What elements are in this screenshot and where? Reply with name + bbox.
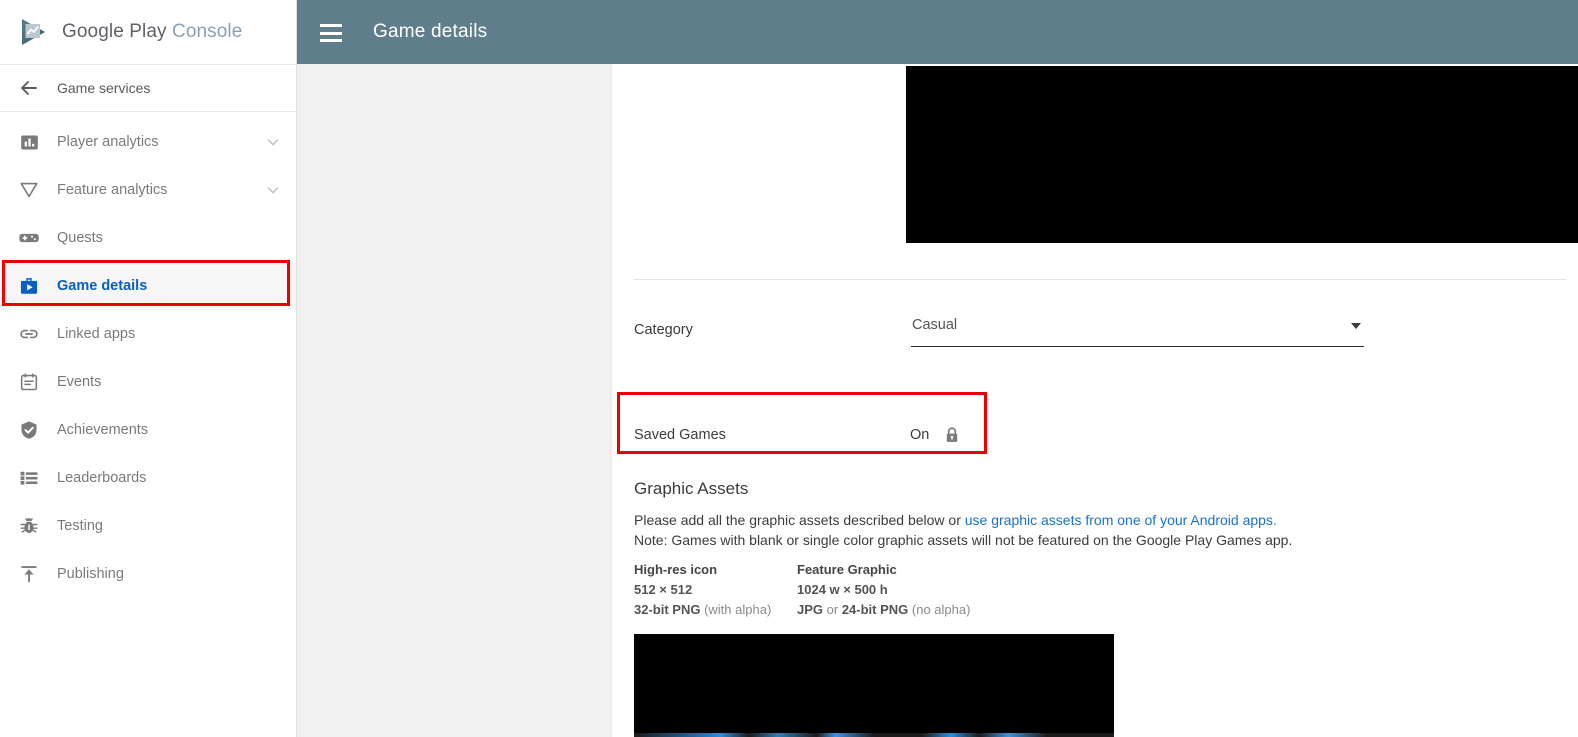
category-select[interactable]: Casual xyxy=(911,312,1364,347)
sidebar-nav-list: Player analytics Feature analytics Quest… xyxy=(0,112,296,598)
sidebar-item-label: Game details xyxy=(57,278,148,294)
graphic-assets-paragraph-2: Note: Games with blank or single color g… xyxy=(634,532,1293,548)
category-label: Category xyxy=(634,322,693,338)
spec-title: Feature Graphic xyxy=(797,562,897,577)
sidebar-item-testing[interactable]: Testing xyxy=(0,502,296,550)
sidebar-item-label: Events xyxy=(57,374,102,390)
category-row: Category Casual xyxy=(612,312,1578,372)
sidebar-item-label: Leaderboards xyxy=(57,470,147,486)
brand-header[interactable]: Google Play Console xyxy=(0,0,296,65)
banner-image[interactable] xyxy=(906,66,1578,243)
saved-games-value: On xyxy=(910,427,930,443)
spec-feature-graphic: Feature Graphic 1024 w × 500 h JPG or 24… xyxy=(797,560,970,620)
google-play-logo-icon xyxy=(18,16,50,48)
asset-image-bottom-edge xyxy=(634,733,1114,737)
chevron-down-icon xyxy=(1351,323,1361,329)
briefcase-play-icon xyxy=(17,274,41,298)
page-title: Game details xyxy=(373,21,488,42)
funnel-icon xyxy=(17,178,41,202)
sidebar: Google Play Console Game services Player… xyxy=(0,0,297,737)
sidebar-item-label: Feature analytics xyxy=(57,182,168,198)
sidebar-item-player-analytics[interactable]: Player analytics xyxy=(0,118,296,166)
spec-format: 32-bit PNG (with alpha) xyxy=(634,602,772,617)
sidebar-item-achievements[interactable]: Achievements xyxy=(0,406,296,454)
back-label: Game services xyxy=(57,80,151,96)
use-android-app-assets-link[interactable]: use graphic assets from one of your Andr… xyxy=(965,512,1277,528)
shield-check-icon xyxy=(17,418,41,442)
sidebar-item-publishing[interactable]: Publishing xyxy=(0,550,296,598)
spec-high-res-icon: High-res icon 512 × 512 32-bit PNG (with… xyxy=(634,560,797,620)
upload-icon xyxy=(17,562,41,586)
spec-title: High-res icon xyxy=(634,562,718,577)
sidebar-item-label: Achievements xyxy=(57,422,149,438)
sidebar-item-events[interactable]: Events xyxy=(0,358,296,406)
saved-games-row: Saved Games On xyxy=(612,414,1578,460)
spec-size: 512 × 512 xyxy=(634,582,693,597)
chevron-down-icon[interactable] xyxy=(264,181,282,199)
section-divider xyxy=(634,279,1566,280)
sidebar-item-game-details[interactable]: Game details xyxy=(0,262,296,310)
saved-games-label: Saved Games xyxy=(634,427,726,443)
category-selected-value: Casual xyxy=(912,317,958,333)
bug-icon xyxy=(17,514,41,538)
hamburger-menu-icon[interactable] xyxy=(320,24,342,42)
link-icon xyxy=(17,322,41,346)
sidebar-item-linked-apps[interactable]: Linked apps xyxy=(0,310,296,358)
graphic-assets-paragraph-1: Please add all the graphic assets descri… xyxy=(634,510,1277,530)
arrow-back-icon xyxy=(17,76,41,100)
brand-primary: Google Play xyxy=(62,21,167,42)
spec-format: JPG or 24-bit PNG (no alpha) xyxy=(797,602,971,617)
bar-chart-icon xyxy=(17,130,41,154)
lock-closed-icon xyxy=(942,424,962,446)
sidebar-item-label: Publishing xyxy=(57,566,124,582)
sidebar-item-feature-analytics[interactable]: Feature analytics xyxy=(0,166,296,214)
back-to-game-services[interactable]: Game services xyxy=(0,65,296,112)
app-root: Google Play Console Game services Player… xyxy=(0,0,1578,737)
chevron-down-icon[interactable] xyxy=(264,133,282,151)
brand-text: Google Play Console xyxy=(62,21,242,43)
sidebar-item-label: Testing xyxy=(57,518,103,534)
sidebar-item-leaderboards[interactable]: Leaderboards xyxy=(0,454,296,502)
app-header: Game details xyxy=(297,0,1578,64)
calendar-icon xyxy=(17,370,41,394)
asset-specs: High-res icon 512 × 512 32-bit PNG (with… xyxy=(634,560,970,620)
high-res-icon-preview-image[interactable] xyxy=(634,634,1114,733)
paragraph-text: Please add all the graphic assets descri… xyxy=(634,512,965,528)
sidebar-item-label: Player analytics xyxy=(57,134,159,150)
game-details-card: Category Casual Saved Games On Graphic A… xyxy=(611,64,1578,737)
list-icon xyxy=(17,466,41,490)
gamepad-icon xyxy=(17,226,41,250)
brand-secondary: Console xyxy=(172,21,243,42)
sidebar-item-label: Linked apps xyxy=(57,326,136,342)
sidebar-item-label: Quests xyxy=(57,230,103,246)
graphic-assets-title: Graphic Assets xyxy=(634,479,749,498)
sidebar-item-quests[interactable]: Quests xyxy=(0,214,296,262)
spec-size: 1024 w × 500 h xyxy=(797,582,888,597)
